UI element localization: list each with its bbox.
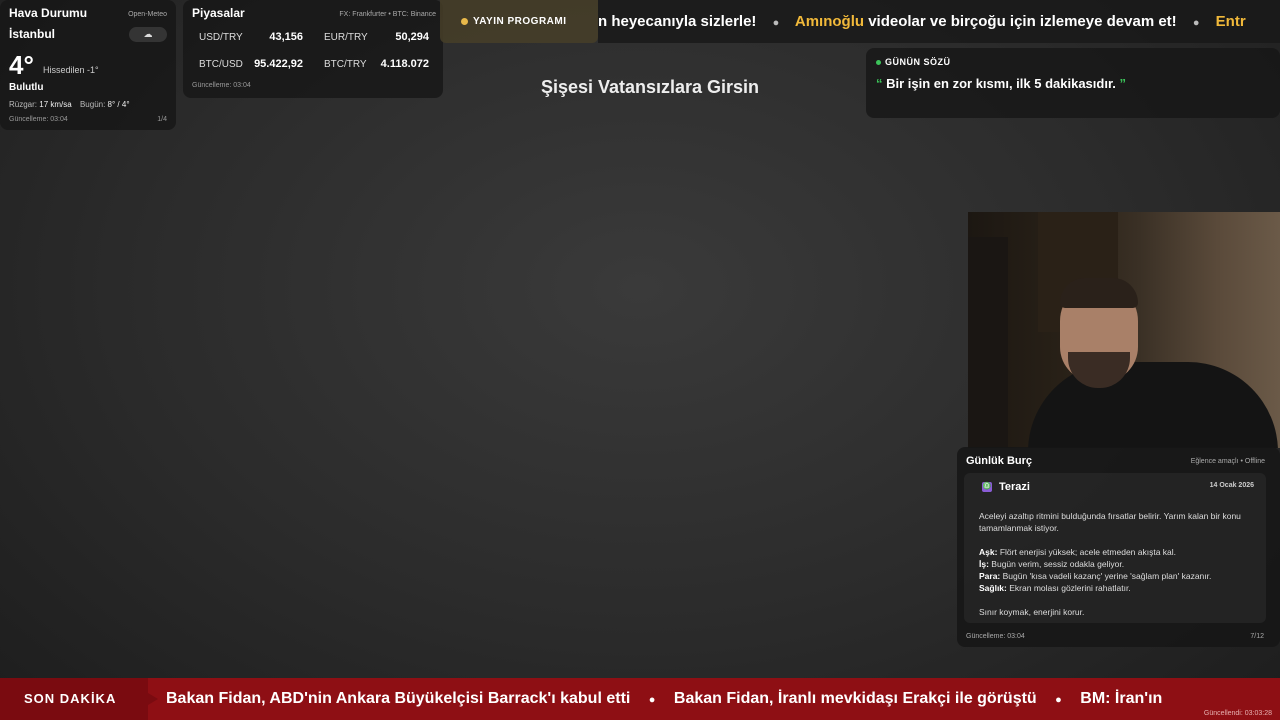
breaking-updated: Güncellendi: 03:03:28 — [1203, 710, 1272, 717]
market-value: 4.118.072 — [380, 58, 429, 70]
horoscope-love: Aşk: Flört enerjisi yüksek; acele etmede… — [979, 547, 1177, 557]
markets-source: FX: Frankfurter • BTC: Binance — [339, 11, 436, 18]
news-separator-icon: ● — [1055, 694, 1062, 706]
ticker-separator-icon: ● — [772, 17, 780, 29]
weather-widget: Hava Durumu Open-Meteo İstanbul ☁ 4° His… — [0, 0, 176, 130]
schedule-dot-icon — [461, 18, 468, 25]
weather-details: Rüzgar: 17 km/sa Bugün: 8° / 4° — [9, 100, 136, 109]
horoscope-updated: Güncelleme: 03:04 — [966, 633, 1025, 640]
streamer-body — [1028, 362, 1278, 448]
today-value: 8° / 4° — [107, 100, 130, 109]
markets-widget: Piyasalar FX: Frankfurter • BTC: Binance… — [183, 0, 443, 98]
market-value: 50,294 — [395, 31, 429, 43]
markets-updated: Güncelleme: 03:04 — [192, 82, 251, 89]
weather-page-indicator: 1/4 — [157, 116, 167, 123]
horoscope-date: 14 Ocak 2026 — [1209, 482, 1254, 489]
status-dot-icon — [876, 60, 881, 66]
horoscope-work: İş: Bugün verim, sessiz odakla geliyor. — [979, 559, 1125, 569]
top-ticker: n heyecanıyla sizlerle! ● Amınoğlu video… — [598, 0, 1280, 43]
quote-header: GÜNÜN SÖZÜ — [876, 57, 1270, 67]
market-value: 95.422,92 — [254, 58, 303, 70]
quote-body: Bir işin en zor kısmı, ilk 5 dakikasıdır… — [886, 76, 1116, 91]
stream-title: Şişesi Vatansızlara Girsin — [540, 77, 760, 97]
breaking-news-bar: SON DAKİKA Bakan Fidan, ABD'nin Ankara B… — [0, 678, 1280, 720]
market-value: 43,156 — [269, 31, 303, 43]
ticker-text: videolar ve birçoğu için izlemeye devam … — [868, 13, 1177, 30]
wind-value: 17 km/sa — [39, 100, 72, 109]
horoscope-money: Para: Bugün 'kısa vadeli kazanç' yerine … — [979, 571, 1212, 581]
ticker-separator-icon: ● — [1192, 17, 1200, 29]
horoscope-text: Aceleyi azaltıp ritmini bulduğunda fırsa… — [979, 510, 1264, 618]
horoscope-closing: Sınır koymak, enerjini korur. — [979, 607, 1085, 617]
webcam-feed — [968, 212, 1280, 448]
weather-source: Open-Meteo — [128, 11, 167, 18]
libra-icon: ♎ — [982, 482, 992, 492]
horoscope-source: Eğlence amaçlı • Offline — [1190, 458, 1265, 465]
news-item: Bakan Fidan, ABD'nin Ankara Büyükelçisi … — [166, 690, 631, 707]
ticker-text: n heyecanıyla sizlerle! — [598, 13, 757, 30]
webcam-background — [968, 237, 1008, 448]
weather-updated: Güncelleme: 03:04 — [9, 116, 68, 123]
breaking-news-label: SON DAKİKA — [0, 678, 158, 720]
news-separator-icon: ● — [648, 694, 656, 706]
quote-widget: GÜNÜN SÖZÜ “ Bir işin en zor kısmı, ilk … — [866, 48, 1280, 118]
horoscope-widget: Günlük Burç Eğlence amaçlı • Offline ♎ T… — [957, 447, 1280, 647]
horoscope-sign: Terazi — [999, 481, 1030, 493]
weather-condition: Bulutlu — [9, 82, 44, 93]
ticker-text: Entr — [1215, 13, 1246, 30]
horoscope-intro: Aceleyi azaltıp ritmini bulduğunda fırsa… — [979, 511, 1241, 533]
ticker-highlight: Amınoğlu — [794, 13, 865, 30]
cloud-icon: ☁ — [129, 27, 167, 42]
horoscope-health: Sağlık: Ekran molası gözlerini rahatlatı… — [979, 583, 1131, 593]
news-item: BM: İran'ın — [1080, 690, 1163, 707]
breaking-news-items: Bakan Fidan, ABD'nin Ankara Büyükelçisi … — [166, 678, 1162, 720]
weather-temperature: 4° — [9, 50, 34, 80]
horoscope-page-indicator: 7/12 — [1250, 633, 1264, 640]
streamer-hair — [1060, 278, 1138, 308]
quote-text: “ Bir işin en zor kısmı, ilk 5 dakikasıd… — [876, 76, 1127, 91]
today-label: Bugün: — [79, 100, 106, 109]
news-item: Bakan Fidan, İranlı mevkidaşı Erakçi ile… — [673, 690, 1037, 707]
weather-feels-like: Hissedilen -1° — [43, 65, 99, 75]
schedule-button[interactable]: YAYIN PROGRAMI — [440, 0, 598, 43]
wind-label: Rüzgar: — [9, 100, 38, 109]
horoscope-card: ♎ Terazi 14 Ocak 2026 Aceleyi azaltıp ri… — [964, 473, 1266, 623]
schedule-label: YAYIN PROGRAMI — [473, 16, 567, 27]
